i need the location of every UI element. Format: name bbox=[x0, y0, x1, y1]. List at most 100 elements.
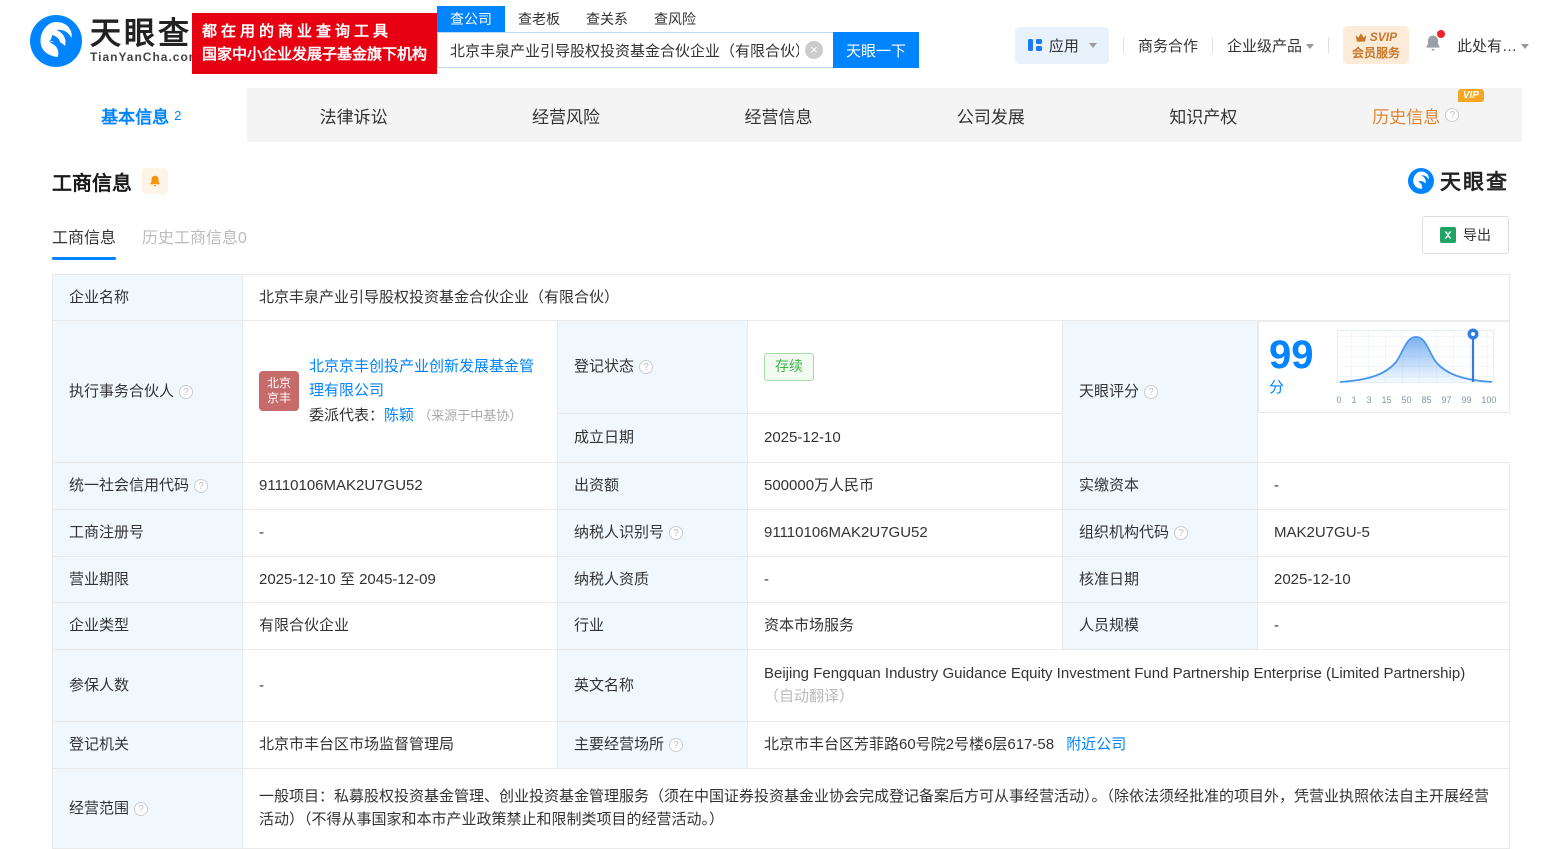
score-unit: 分 bbox=[1269, 379, 1284, 396]
help-icon[interactable]: ? bbox=[1445, 108, 1459, 122]
help-icon[interactable]: ? bbox=[669, 738, 683, 752]
slogan-line2: 国家中小企业发展子基金旗下机构 bbox=[202, 43, 427, 66]
monitor-bell-button[interactable] bbox=[142, 168, 168, 194]
partner-avatar[interactable]: 北京 京丰 bbox=[259, 371, 299, 411]
delegate-source-note: （来源于中基协） bbox=[418, 408, 522, 423]
tab-basic-info-label: 基本信息 bbox=[101, 103, 169, 128]
search-tab-relation[interactable]: 查关系 bbox=[573, 6, 641, 32]
notification-dot bbox=[1437, 30, 1445, 38]
crown-icon bbox=[1355, 33, 1367, 42]
nav-enterprise-products[interactable]: 企业级产品 bbox=[1227, 35, 1314, 56]
tab-business-info[interactable]: 经营信息 bbox=[672, 88, 884, 142]
help-icon[interactable]: ? bbox=[1174, 526, 1188, 540]
export-label: 导出 bbox=[1463, 225, 1491, 245]
reg-number-label: 工商注册号 bbox=[53, 509, 243, 556]
delegate-name-link[interactable]: 陈颖 bbox=[384, 407, 414, 424]
help-icon[interactable]: ? bbox=[1144, 385, 1158, 399]
insured-count-label: 参保人数 bbox=[53, 649, 243, 721]
industry-label: 行业 bbox=[558, 602, 748, 649]
help-icon[interactable]: ? bbox=[194, 479, 208, 493]
org-code-value: MAK2U7GU-5 bbox=[1258, 509, 1510, 556]
nearby-companies-link[interactable]: 附近公司 bbox=[1066, 736, 1126, 753]
search-tab-boss[interactable]: 查老板 bbox=[505, 6, 573, 32]
company-type-label: 企业类型 bbox=[53, 602, 243, 649]
divider bbox=[1123, 37, 1124, 53]
export-button[interactable]: 导出 bbox=[1422, 216, 1509, 254]
reg-status-value: 存续 bbox=[748, 321, 1063, 414]
subtab-business-info[interactable]: 工商信息 bbox=[52, 224, 116, 260]
notifications-bell[interactable] bbox=[1423, 33, 1443, 57]
business-address-label-text: 主要经营场所 bbox=[574, 736, 664, 753]
org-code-label: 组织机构代码? bbox=[1063, 509, 1258, 556]
staff-size-value: - bbox=[1258, 602, 1510, 649]
table-row: 参保人数 - 英文名称 Beijing Fengquan Industry Gu… bbox=[53, 649, 1510, 721]
search-tab-company[interactable]: 查公司 bbox=[437, 6, 505, 32]
delegate-label: 委派代表： bbox=[309, 407, 384, 424]
page-header: 天眼查 TianYanCha.com 都在用的商业查询工具 国家中小企业发展子基… bbox=[0, 0, 1557, 88]
svip-label: SVIP bbox=[1370, 29, 1397, 45]
taxpayer-quality-label: 纳税人资质 bbox=[558, 556, 748, 602]
header-nav: 应用 商务合作 企业级产品 SVIP 会员服务 此处有… bbox=[1015, 26, 1529, 64]
svip-sub-label: 会员服务 bbox=[1352, 45, 1400, 61]
search-input[interactable] bbox=[437, 32, 833, 68]
paid-capital-value: - bbox=[1258, 462, 1510, 509]
help-icon[interactable]: ? bbox=[134, 802, 148, 816]
tianyancha-logo-icon bbox=[30, 15, 82, 67]
help-icon[interactable]: ? bbox=[669, 526, 683, 540]
apps-menu[interactable]: 应用 bbox=[1015, 27, 1109, 64]
capital-value: 500000万人民币 bbox=[748, 462, 1063, 509]
tab-history-info[interactable]: VIP 历史信息 ? bbox=[1310, 88, 1522, 142]
table-row: 登记机关 北京市丰台区市场监督管理局 主要经营场所? 北京市丰台区芳菲路60号院… bbox=[53, 721, 1510, 768]
score-label: 天眼评分? bbox=[1063, 321, 1258, 463]
svip-member-service[interactable]: SVIP 会员服务 bbox=[1343, 26, 1409, 64]
english-name-text: Beijing Fengquan Industry Guidance Equit… bbox=[764, 665, 1465, 682]
help-icon[interactable]: ? bbox=[639, 360, 653, 374]
tab-basic-info-count: 2 bbox=[174, 108, 181, 123]
score-distribution-chart: 0131550859799100 bbox=[1334, 326, 1499, 408]
tab-company-development[interactable]: 公司发展 bbox=[885, 88, 1097, 142]
apps-label: 应用 bbox=[1049, 35, 1079, 56]
subtab-history-business-info[interactable]: 历史工商信息0 bbox=[142, 224, 247, 260]
tianyancha-logo[interactable]: 天眼查 TianYanCha.com bbox=[30, 15, 200, 67]
user-account-menu[interactable]: 此处有… bbox=[1457, 35, 1529, 56]
search-tab-risk[interactable]: 查风险 bbox=[641, 6, 709, 32]
business-scope-value: 一般项目：私募股权投资基金管理、创业投资基金管理服务（须在中国证券投资基金业协会… bbox=[243, 768, 1510, 848]
chevron-down-icon bbox=[1089, 43, 1097, 48]
reg-authority-value: 北京市丰台区市场监督管理局 bbox=[243, 721, 558, 768]
address-text: 北京市丰台区芳菲路60号院2号楼6层617-58 bbox=[764, 736, 1054, 753]
apps-grid-icon bbox=[1027, 37, 1043, 53]
nav-biz-cooperation[interactable]: 商务合作 bbox=[1138, 35, 1198, 56]
reg-number-value: - bbox=[243, 509, 558, 556]
tab-basic-info[interactable]: 基本信息 2 bbox=[35, 88, 247, 142]
table-row: 统一社会信用代码? 91110106MAK2U7GU52 出资额 500000万… bbox=[53, 462, 1510, 509]
search-button[interactable]: 天眼一下 bbox=[833, 32, 919, 68]
help-icon[interactable]: ? bbox=[179, 385, 193, 399]
establish-date-label: 成立日期 bbox=[558, 413, 748, 462]
tab-legal-proceedings[interactable]: 法律诉讼 bbox=[247, 88, 459, 142]
tab-intellectual-property[interactable]: 知识产权 bbox=[1097, 88, 1309, 142]
search-block: 查公司 查老板 查关系 查风险 × 天眼一下 bbox=[437, 6, 919, 68]
excel-icon bbox=[1440, 227, 1456, 243]
english-name-value: Beijing Fengquan Industry Guidance Equit… bbox=[748, 649, 1510, 721]
partner-company-link[interactable]: 北京京丰创投产业创新发展基金管理有限公司 bbox=[309, 358, 534, 398]
score-value: 99分 bbox=[1258, 321, 1510, 413]
reg-status-label: 登记状态? bbox=[558, 321, 748, 414]
watermark-logo: 天眼查 bbox=[1408, 166, 1509, 196]
credit-code-label-text: 统一社会信用代码 bbox=[69, 477, 189, 494]
user-account-label: 此处有… bbox=[1457, 38, 1517, 55]
divider bbox=[1212, 37, 1213, 53]
table-row: 企业类型 有限合伙企业 行业 资本市场服务 人员规模 - bbox=[53, 602, 1510, 649]
partner-label: 执行事务合伙人? bbox=[53, 321, 243, 463]
section-title: 工商信息 bbox=[52, 167, 132, 196]
company-type-value: 有限合伙企业 bbox=[243, 602, 558, 649]
chevron-down-icon bbox=[1521, 44, 1529, 49]
watermark-brand-text: 天眼查 bbox=[1440, 166, 1509, 196]
chevron-down-icon bbox=[1306, 44, 1314, 49]
capital-label: 出资额 bbox=[558, 462, 748, 509]
approval-date-label: 核准日期 bbox=[1063, 556, 1258, 602]
clear-search-icon[interactable]: × bbox=[805, 41, 823, 59]
business-scope-label: 经营范围? bbox=[53, 768, 243, 848]
table-row: 企业名称 北京丰泉产业引导股权投资基金合伙企业（有限合伙） bbox=[53, 275, 1510, 321]
score-axis-ticks: 0131550859799100 bbox=[1337, 394, 1497, 408]
tab-operational-risk[interactable]: 经营风险 bbox=[460, 88, 672, 142]
